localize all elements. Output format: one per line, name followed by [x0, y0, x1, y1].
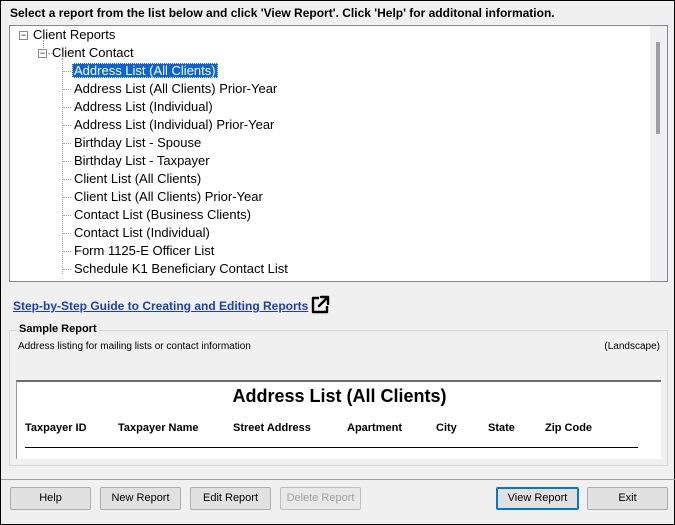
view-report-button[interactable]: View Report: [496, 487, 579, 510]
tree-item-report[interactable]: Address List (All Clients): [72, 62, 218, 80]
collapse-group-icon[interactable]: −: [38, 49, 47, 58]
tree-connector: [63, 215, 71, 216]
column-header-state: State: [488, 422, 515, 434]
tree-item-report[interactable]: Address List (Individual) Prior-Year: [72, 116, 276, 134]
tree-item-report[interactable]: Form 1125-E Officer List: [72, 242, 216, 260]
column-header-taxpayer-name: Taxpayer Name: [118, 422, 199, 434]
tree-connector: [63, 143, 71, 144]
tree-connector: [63, 89, 71, 90]
new-report-button[interactable]: New Report: [100, 487, 181, 510]
tree-item-report[interactable]: Client List (All Clients): [72, 170, 203, 188]
help-button[interactable]: Help: [10, 487, 91, 510]
collapse-root-icon[interactable]: −: [19, 31, 28, 40]
tree-item-label: Birthday List - Spouse: [74, 135, 202, 150]
tree-item-label: Address List (Individual) Prior-Year: [74, 117, 275, 132]
tree-connector: [63, 179, 71, 180]
tree-connector: [63, 251, 71, 252]
tree-item-label: Contact List (Individual): [74, 225, 210, 240]
delete-report-button[interactable]: Delete Report: [280, 487, 361, 510]
tree-connector: [63, 269, 71, 270]
tree-item-report[interactable]: Birthday List - Taxpayer: [72, 152, 212, 170]
tree-connector: [63, 125, 71, 126]
step-by-step-guide-link[interactable]: Step-by-Step Guide to Creating and Editi…: [13, 299, 308, 313]
sample-report-orientation: (Landscape): [604, 341, 660, 352]
external-link-icon[interactable]: [310, 295, 330, 315]
tree-connector: [63, 161, 71, 162]
scrollbar-thumb[interactable]: [656, 42, 660, 134]
tree-item-report[interactable]: Schedule K1 Beneficiary Contact List: [72, 260, 290, 278]
tree-item-report[interactable]: Birthday List - Spouse: [72, 134, 203, 152]
preview-header-rule: [25, 447, 638, 448]
instruction-text: Select a report from the list below and …: [10, 6, 555, 20]
column-header-apartment: Apartment: [347, 422, 403, 434]
report-tree[interactable]: − Client Reports − Client Contact Addres…: [9, 25, 668, 282]
sample-report-description: Address listing for mailing lists or con…: [18, 341, 251, 352]
tree-node-client-reports[interactable]: Client Reports: [31, 26, 117, 44]
column-header-city: City: [436, 422, 457, 434]
sample-report-title: Sample Report: [17, 323, 99, 335]
column-header-street-address: Street Address: [233, 422, 311, 434]
tree-item-label: Birthday List - Taxpayer: [74, 153, 210, 168]
report-dialog: Select a report from the list below and …: [0, 0, 675, 525]
tree-node-client-contact[interactable]: Client Contact: [50, 44, 136, 62]
tree-item-label: Contact List (Business Clients): [74, 207, 252, 222]
column-header-zip-code: Zip Code: [545, 422, 593, 434]
preview-title: Address List (All Clients): [232, 386, 447, 406]
tree-item-report[interactable]: Client List (All Clients) Prior-Year: [72, 188, 265, 206]
tree-scrollbar[interactable]: [650, 26, 667, 281]
tree-item-label: Form 1125-E Officer List: [74, 243, 215, 258]
tree-item-label: Address List (All Clients): [72, 63, 218, 78]
tree-item-report[interactable]: Contact List (Business Clients): [72, 206, 253, 224]
exit-button[interactable]: Exit: [587, 487, 668, 510]
tree-node-label: Client Contact: [52, 45, 134, 60]
tree-connector: [62, 58, 63, 274]
tree-node-label: Client Reports: [33, 27, 116, 42]
sample-report-preview: Address List (All Clients) Taxpayer ID T…: [16, 380, 661, 459]
tree-item-label: Address List (Individual): [74, 99, 213, 114]
tree-connector: [63, 71, 71, 72]
tree-connector: [63, 107, 71, 108]
tree-connector: [63, 233, 71, 234]
tree-item-report[interactable]: Contact List (Individual): [72, 224, 212, 242]
tree-item-label: Schedule K1 Beneficiary Contact List: [74, 261, 288, 276]
button-bar-separator: [1, 479, 675, 480]
tree-item-report[interactable]: Address List (All Clients) Prior-Year: [72, 80, 279, 98]
tree-item-report[interactable]: Address List (Individual): [72, 98, 215, 116]
tree-connector: [63, 197, 71, 198]
tree-item-label: Address List (All Clients) Prior-Year: [74, 81, 278, 96]
tree-item-label: Client List (All Clients) Prior-Year: [74, 189, 263, 204]
column-header-taxpayer-id: Taxpayer ID: [25, 422, 87, 434]
tree-item-label: Client List (All Clients): [74, 171, 202, 186]
edit-report-button[interactable]: Edit Report: [190, 487, 271, 510]
